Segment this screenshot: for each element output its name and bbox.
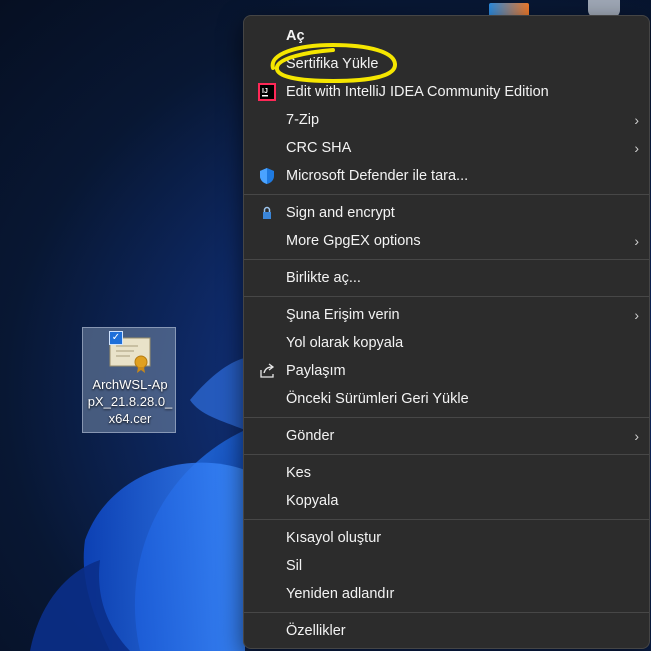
menu-separator [244, 612, 649, 613]
menu-item-label: More GpgEX options [286, 233, 421, 249]
menu-item-cut[interactable]: Kes [248, 459, 645, 487]
menu-separator [244, 194, 649, 195]
chevron-right-icon: › [634, 112, 639, 128]
yellow-highlight-annotation [270, 42, 397, 84]
menu-item-label: Yol olarak kopyala [286, 335, 404, 351]
desktop-file-item[interactable]: ✓ ArchWSL-Ap pX_21.8.28.0_ x64.cer [82, 327, 176, 433]
checkbox-icon[interactable]: ✓ [109, 331, 123, 345]
chevron-right-icon: › [634, 428, 639, 444]
chevron-right-icon: › [634, 140, 639, 156]
menu-separator [244, 259, 649, 260]
menu-item-properties[interactable]: Özellikler [248, 617, 645, 645]
menu-item-label: Sign and encrypt [286, 205, 395, 221]
menu-separator [244, 296, 649, 297]
chevron-right-icon: › [634, 307, 639, 323]
share-icon [260, 363, 275, 378]
menu-item-give-access[interactable]: Şuna Erişim verin › [248, 301, 645, 329]
menu-item-rename[interactable]: Yeniden adlandır [248, 580, 645, 608]
menu-item-label: Kopyala [286, 493, 339, 509]
menu-item-copy-as-path[interactable]: Yol olarak kopyala [248, 329, 645, 357]
file-name-label: ArchWSL-Ap pX_21.8.28.0_ x64.cer [87, 377, 173, 426]
menu-item-send-to[interactable]: Gönder › [248, 422, 645, 450]
menu-item-crc-sha[interactable]: CRC SHA › [248, 134, 645, 162]
menu-item-label: CRC SHA [286, 140, 352, 156]
chevron-right-icon: › [634, 233, 639, 249]
menu-item-label: Paylaşım [286, 363, 346, 379]
menu-item-label: Microsoft Defender ile tara... [286, 168, 469, 184]
menu-separator [244, 519, 649, 520]
menu-item-label: Sil [286, 558, 303, 574]
menu-item-create-shortcut[interactable]: Kısayol oluştur [248, 524, 645, 552]
defender-shield-icon [260, 168, 274, 184]
menu-item-label: Yeniden adlandır [286, 586, 395, 602]
context-menu: Aç Sertifika Yükle IJ Edit with IntelliJ… [243, 15, 650, 649]
menu-item-open-with[interactable]: Birlikte aç... [248, 264, 645, 292]
menu-item-label: Gönder [286, 428, 335, 444]
menu-item-label: Kısayol oluştur [286, 530, 382, 546]
menu-item-restore-previous-versions[interactable]: Önceki Sürümleri Geri Yükle [248, 385, 645, 413]
menu-item-share[interactable]: Paylaşım [248, 357, 645, 385]
menu-item-label: 7-Zip [286, 112, 320, 128]
menu-item-gpgex-options[interactable]: More GpgEX options › [248, 227, 645, 255]
menu-separator [244, 417, 649, 418]
menu-item-label: Şuna Erişim verin [286, 307, 400, 323]
menu-item-defender-scan[interactable]: Microsoft Defender ile tara... [248, 162, 645, 190]
menu-item-7zip[interactable]: 7-Zip › [248, 106, 645, 134]
menu-item-label: Kes [286, 465, 311, 481]
menu-item-delete[interactable]: Sil [248, 552, 645, 580]
menu-separator [244, 454, 649, 455]
menu-item-label: Özellikler [286, 623, 346, 639]
svg-text:IJ: IJ [262, 88, 268, 95]
menu-item-sign-encrypt[interactable]: Sign and encrypt [248, 199, 645, 227]
menu-item-label: Önceki Sürümleri Geri Yükle [286, 391, 469, 407]
menu-item-copy[interactable]: Kopyala [248, 487, 645, 515]
menu-item-label: Birlikte aç... [286, 270, 361, 286]
gpg-lock-icon [263, 206, 271, 219]
